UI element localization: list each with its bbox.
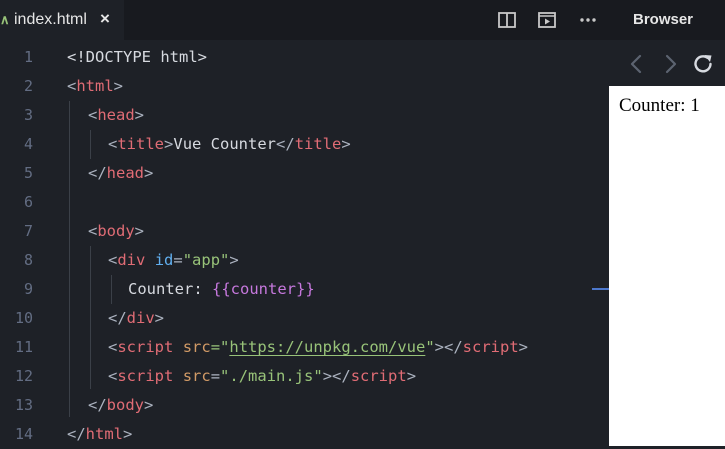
code-line-14: 14 </html> bbox=[0, 420, 609, 449]
line-code: <body> bbox=[88, 222, 145, 240]
line-code: <script src="https://unpkg.com/vue"></sc… bbox=[108, 338, 529, 356]
line-number: 8 bbox=[23, 251, 33, 269]
line-code: </div> bbox=[108, 309, 165, 327]
code-line-11: 11 <script src="https://unpkg.com/vue"><… bbox=[0, 333, 609, 362]
code-line-4: 4 <title>Vue Counter</title> bbox=[0, 130, 609, 159]
reload-icon[interactable] bbox=[691, 52, 715, 76]
split-editor-icon[interactable] bbox=[497, 10, 517, 30]
code-line-9: 9 Counter: {{counter}} bbox=[0, 275, 609, 304]
line-number: 3 bbox=[23, 106, 33, 124]
preview-icon[interactable] bbox=[537, 10, 557, 30]
code-line-13: 13 </body> bbox=[0, 391, 609, 420]
line-code: <div id="app"> bbox=[108, 251, 239, 269]
code-line-10: 10 </div> bbox=[0, 304, 609, 333]
preview-text: Counter: 1 bbox=[619, 95, 700, 116]
line-number: 14 bbox=[14, 425, 33, 443]
line-number: 1 bbox=[23, 48, 33, 66]
tab-index-html[interactable]: ∧ index.html × bbox=[0, 0, 124, 40]
line-code: <!DOCTYPE html> bbox=[67, 48, 207, 66]
browser-viewport[interactable]: Counter: 1 bbox=[609, 86, 725, 446]
code-line-5: 5 </head> bbox=[0, 159, 609, 188]
line-number: 4 bbox=[23, 135, 33, 153]
line-code: </head> bbox=[88, 164, 154, 182]
code-editor[interactable]: ∧ index.html × 1 <!DOCTYPE html> 2 <html… bbox=[0, 0, 609, 446]
tab-label: index.html bbox=[14, 11, 87, 28]
browser-panel: Browser Counter: 1 bbox=[609, 0, 725, 446]
line-code: <title>Vue Counter</title> bbox=[108, 135, 351, 153]
line-code: </html> bbox=[67, 425, 133, 443]
more-icon[interactable] bbox=[578, 10, 598, 30]
line-code: <head> bbox=[88, 106, 145, 124]
line-number: 2 bbox=[23, 77, 33, 95]
line-number: 5 bbox=[23, 164, 33, 182]
line-code: Counter: {{counter}} bbox=[128, 280, 315, 298]
scrollbar-marker bbox=[592, 288, 609, 290]
line-code: <html> bbox=[67, 77, 124, 95]
line-code: <script src="./main.js"></script> bbox=[108, 367, 417, 385]
browser-header: Browser bbox=[609, 0, 725, 40]
close-icon[interactable]: × bbox=[100, 9, 110, 29]
code-line-7: 7 <body> bbox=[0, 217, 609, 246]
forward-icon[interactable] bbox=[658, 52, 682, 76]
line-code: </body> bbox=[88, 396, 154, 414]
code-line-6: 6 bbox=[0, 188, 609, 217]
browser-title: Browser bbox=[633, 11, 694, 28]
line-number: 10 bbox=[14, 309, 33, 327]
code-area[interactable]: 1 <!DOCTYPE html> 2 <html> 3 <head> 4 <t… bbox=[0, 43, 609, 446]
code-line-1: 1 <!DOCTYPE html> bbox=[0, 43, 609, 72]
line-number: 7 bbox=[23, 222, 33, 240]
modified-indicator: ∧ bbox=[0, 12, 10, 27]
line-number: 6 bbox=[23, 193, 33, 211]
code-line-3: 3 <head> bbox=[0, 101, 609, 130]
code-line-2: 2 <html> bbox=[0, 72, 609, 101]
back-icon[interactable] bbox=[625, 52, 649, 76]
line-number: 9 bbox=[23, 280, 33, 298]
line-number: 11 bbox=[14, 338, 33, 356]
editor-tab-bar: ∧ index.html × bbox=[0, 0, 609, 40]
line-number: 13 bbox=[14, 396, 33, 414]
code-line-8: 8 <div id="app"> bbox=[0, 246, 609, 275]
line-number: 12 bbox=[14, 367, 33, 385]
code-line-12: 12 <script src="./main.js"></script> bbox=[0, 362, 609, 391]
code-link[interactable]: https://unpkg.com/vue bbox=[229, 338, 425, 356]
